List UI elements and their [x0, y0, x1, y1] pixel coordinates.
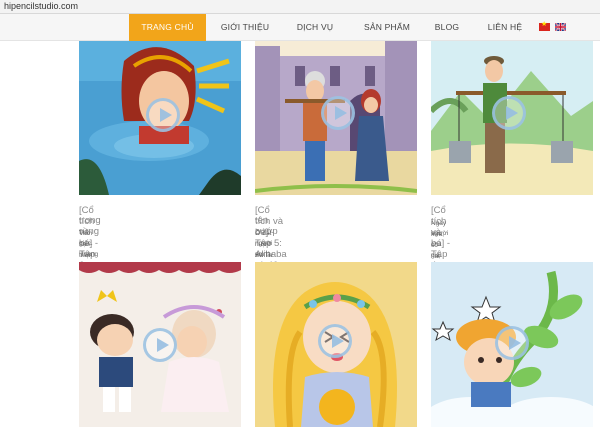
vn-flag-icon[interactable] — [539, 20, 550, 31]
nav-item-blog[interactable]: BLOG — [428, 14, 466, 41]
play-icon[interactable] — [321, 96, 355, 130]
nav-item-services[interactable]: DỊCH VỤ — [287, 14, 343, 41]
play-icon[interactable] — [146, 98, 180, 132]
play-icon[interactable] — [495, 326, 529, 360]
uk-flag-icon[interactable] — [555, 23, 566, 31]
nav-item-contact[interactable]: LIÊN HỆ — [479, 14, 531, 41]
nav-item-home[interactable]: TRANG CHỦ — [129, 14, 206, 41]
play-icon[interactable] — [143, 328, 177, 362]
main-navigation: TRANG CHỦ GIỚI THIỆU DỊCH VỤ SẢN PHẨM BL… — [0, 14, 600, 41]
url-text[interactable]: hipencilstudio.com — [4, 1, 78, 11]
nav-item-about[interactable]: GIỚI THIỆU — [212, 14, 278, 41]
play-icon[interactable] — [492, 96, 526, 130]
play-icon[interactable] — [318, 324, 352, 358]
browser-url-bar[interactable]: hipencilstudio.com — [0, 0, 600, 14]
nav-item-products[interactable]: SẢN PHẨM — [353, 14, 421, 41]
